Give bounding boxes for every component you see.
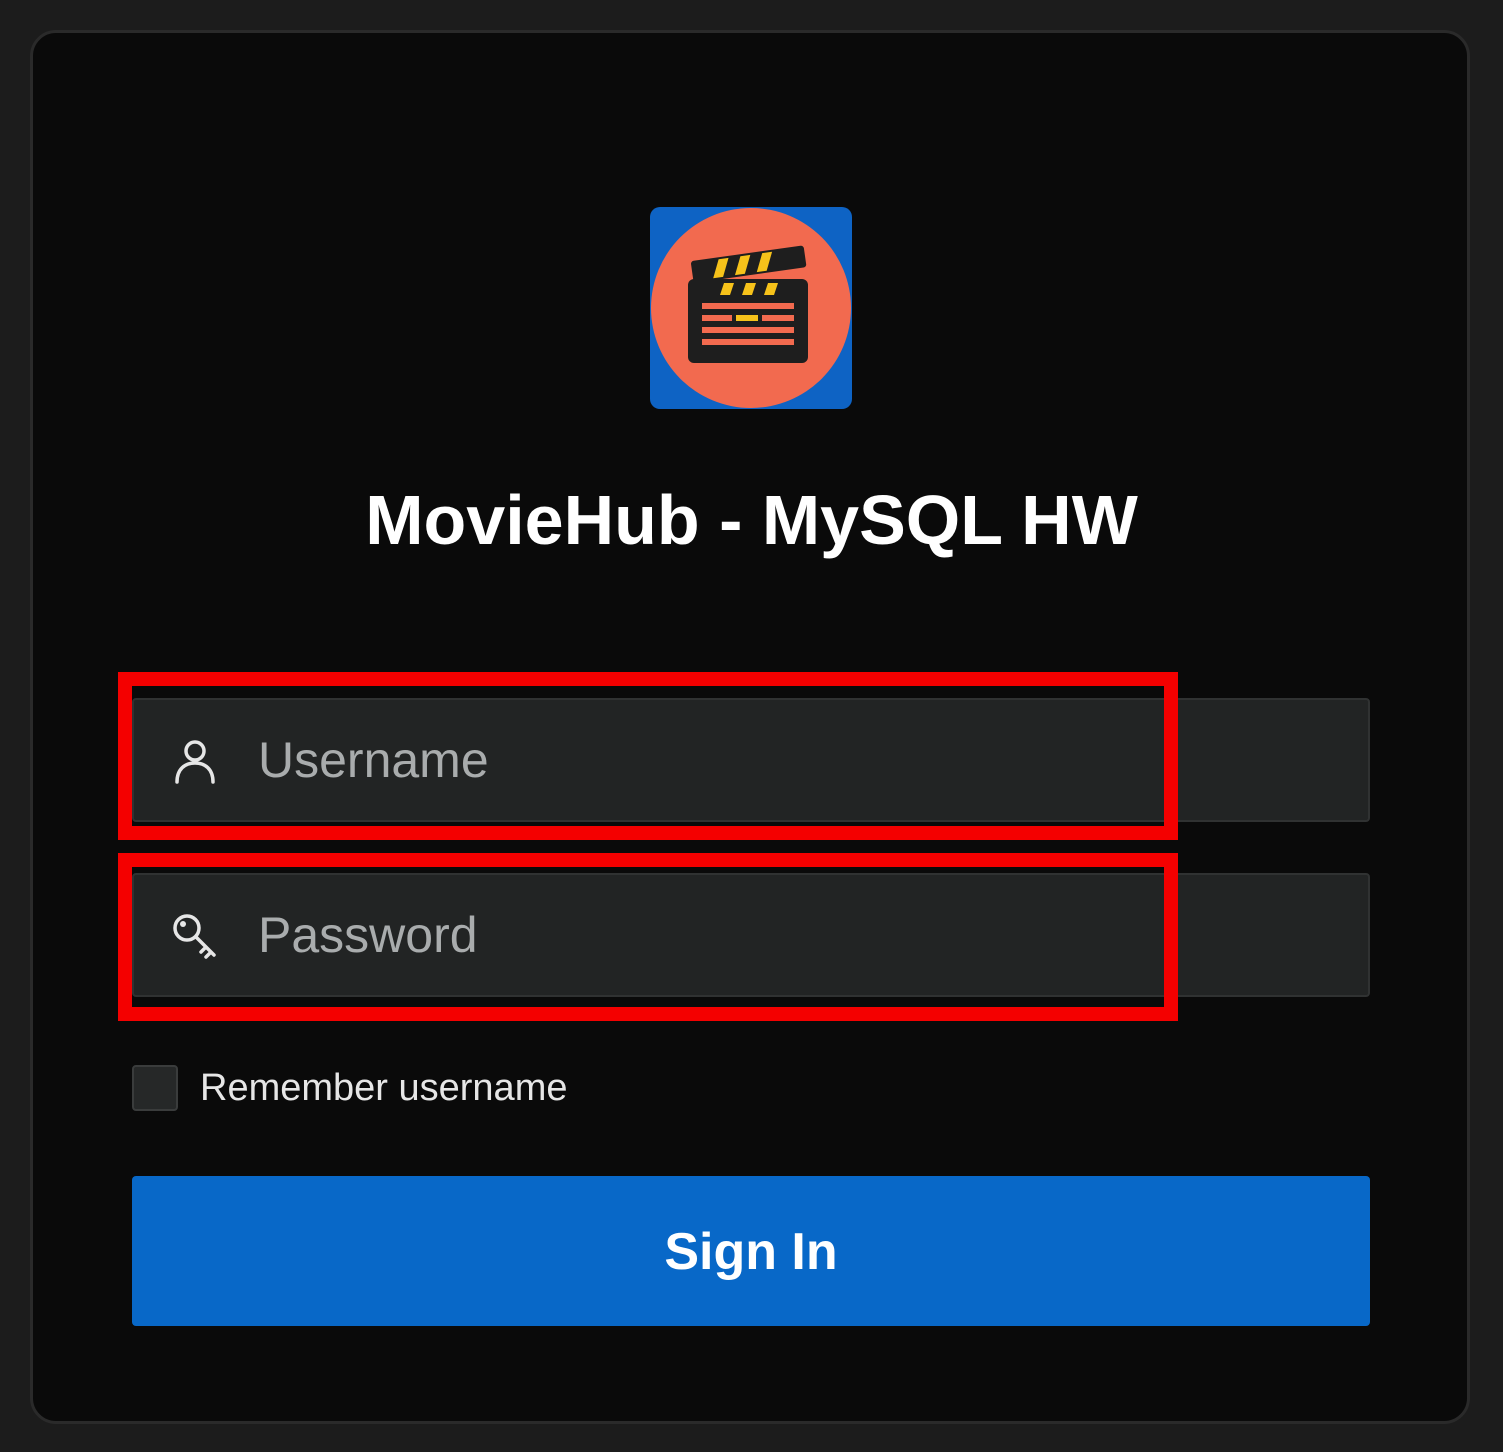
app-title: MovieHub - MySQL HW <box>365 481 1138 559</box>
remember-username-checkbox[interactable] <box>132 1065 178 1111</box>
user-icon <box>175 740 215 784</box>
password-field[interactable] <box>132 873 1370 997</box>
screenshot-frame: MovieHub - MySQL HW Remember username Si… <box>0 0 1503 1452</box>
password-input[interactable] <box>258 895 1338 975</box>
username-field[interactable] <box>132 698 1370 822</box>
username-input[interactable] <box>258 720 1338 800</box>
key-icon <box>173 914 216 959</box>
remember-username-label: Remember username <box>200 1066 568 1109</box>
app-logo <box>650 207 852 409</box>
remember-username-row[interactable]: Remember username <box>132 1062 567 1114</box>
sign-in-button[interactable]: Sign In <box>132 1176 1370 1326</box>
clapperboard-icon <box>651 208 851 408</box>
